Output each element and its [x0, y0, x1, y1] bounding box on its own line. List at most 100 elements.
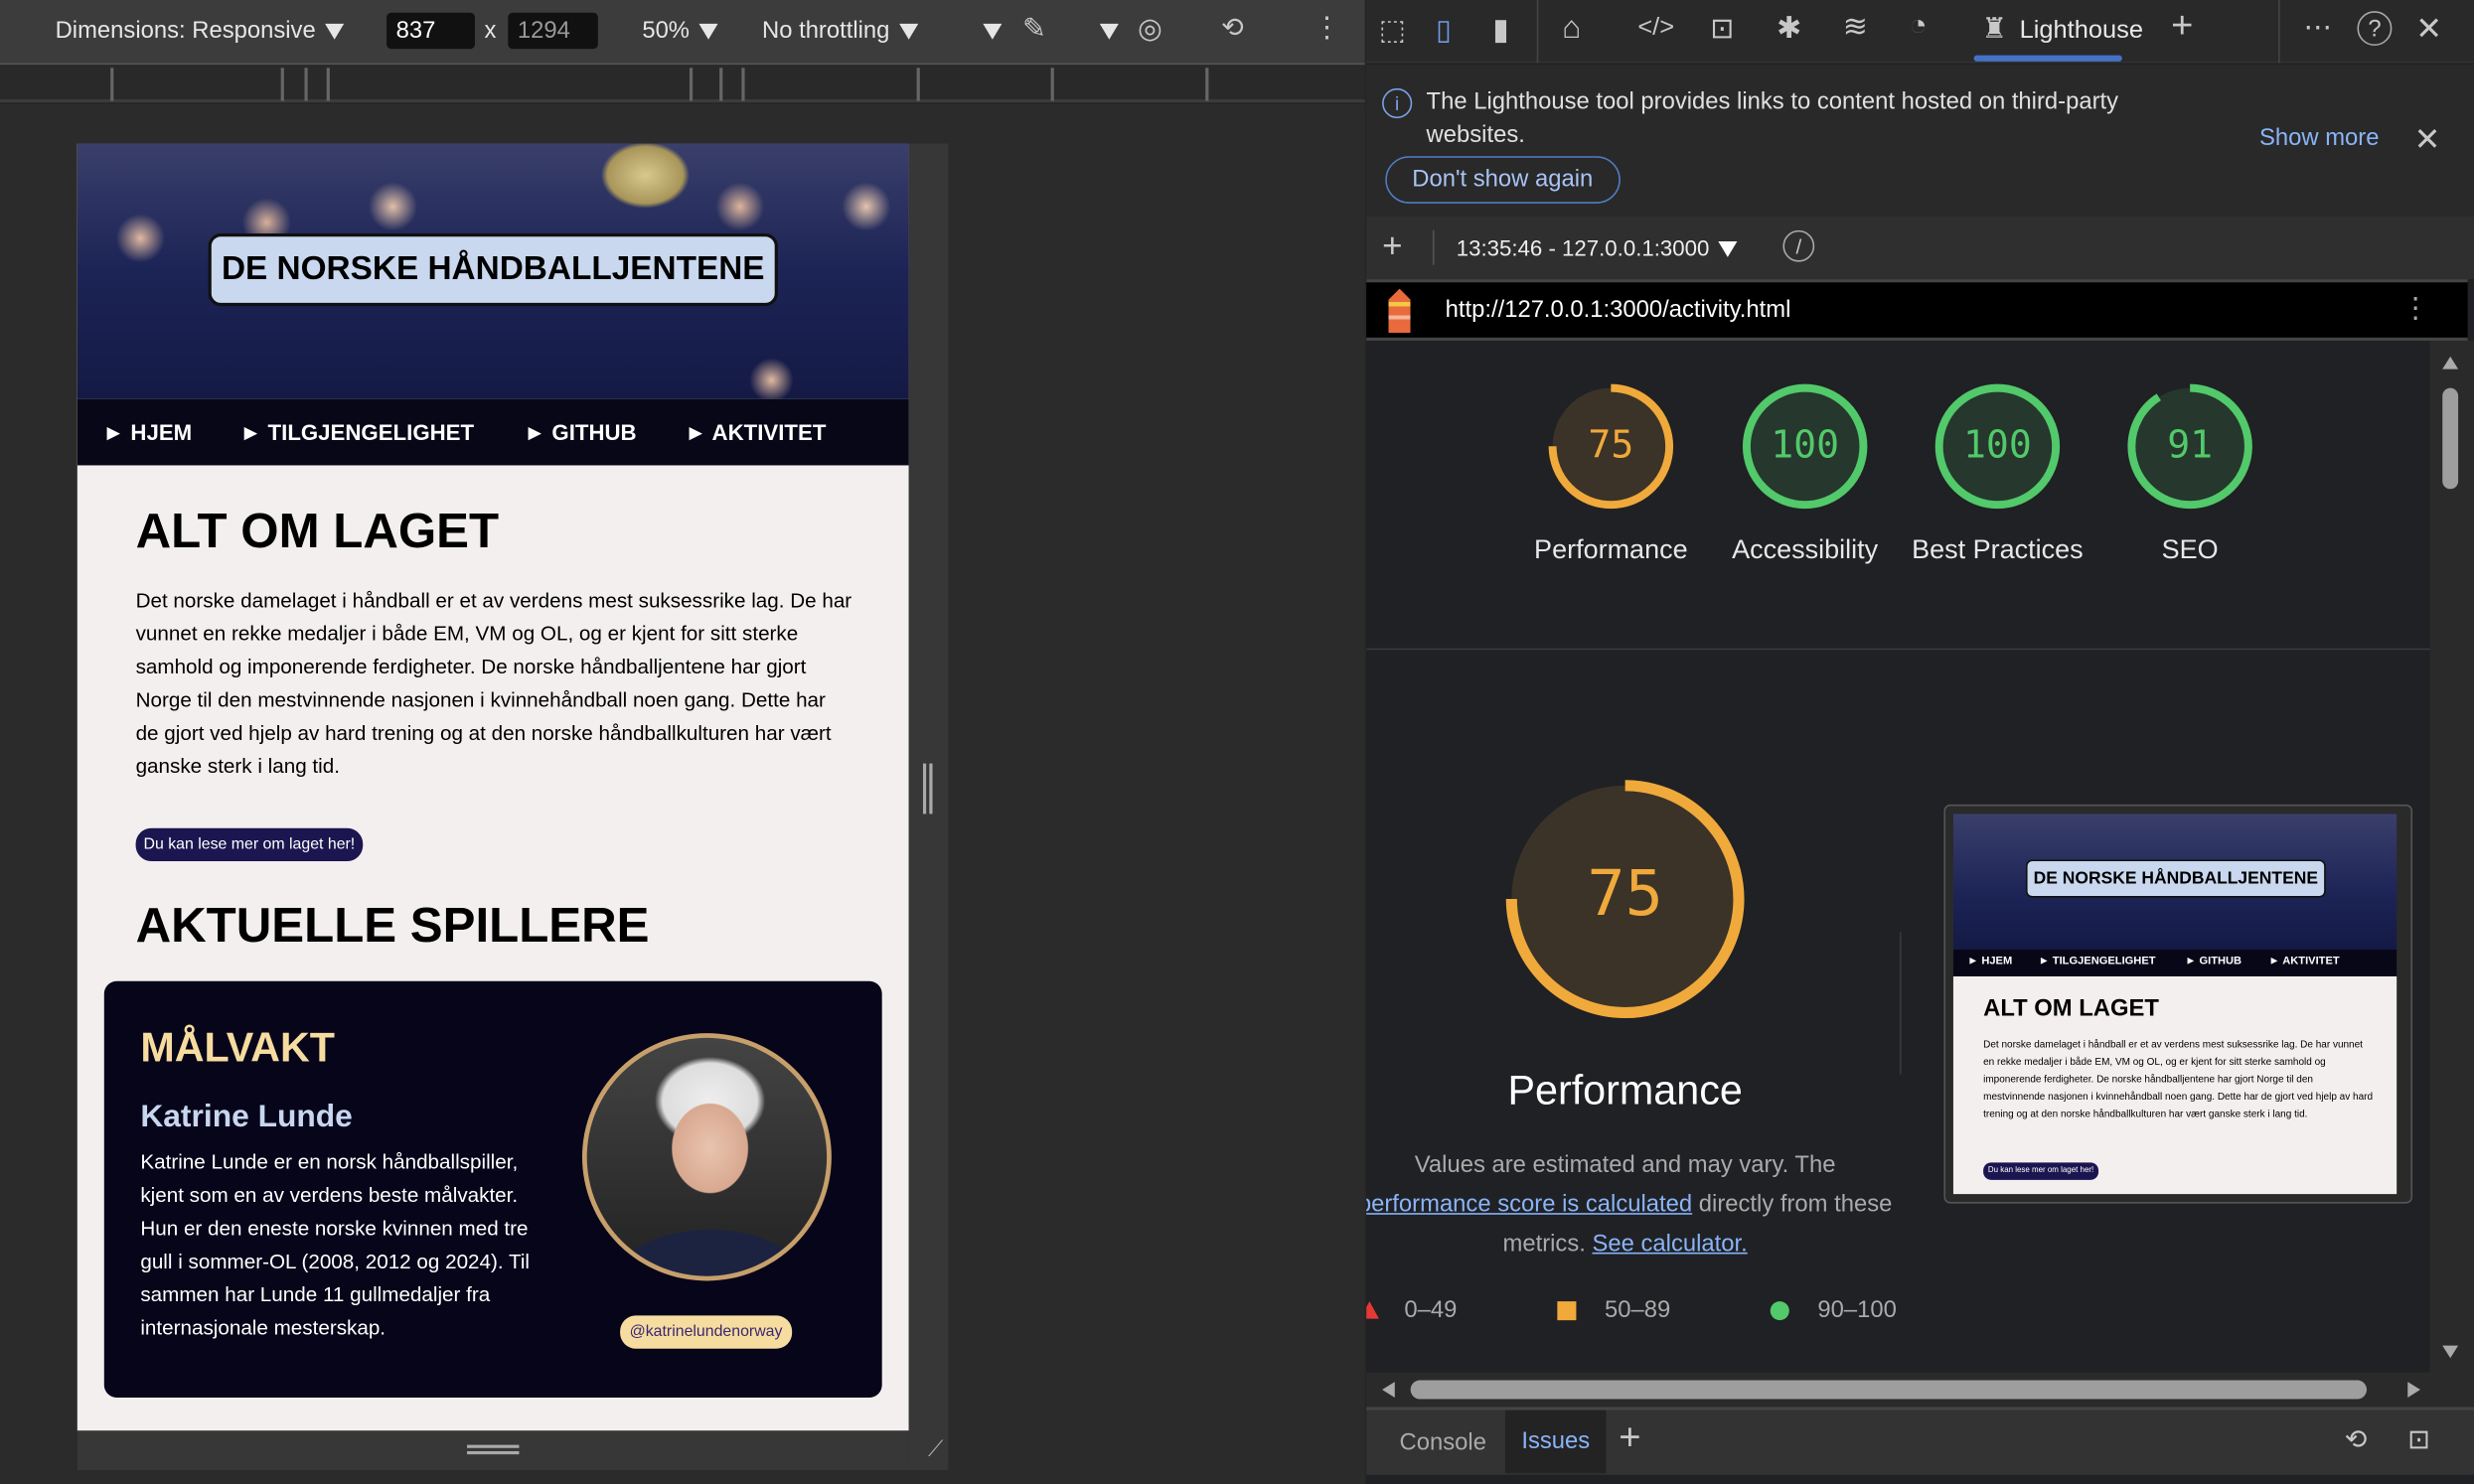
dock-drawer-icon[interactable]: ⟲ [2345, 1424, 2368, 1456]
throttling-select[interactable]: No throttling [762, 17, 919, 45]
eye-icon[interactable]: ◎ [1138, 13, 1162, 46]
intro-paragraph: Det norske damelaget i håndball er et av… [135, 588, 852, 778]
info-bar: i The Lighthouse tool provides links to … [1366, 65, 2474, 217]
report-url-bar: http://127.0.0.1:3000/activity.html ⋮ [1366, 279, 2468, 342]
scrollbar-thumb[interactable] [1410, 1380, 2367, 1400]
bug-icon[interactable]: ✱ [1777, 11, 1801, 48]
dock-icon[interactable]: ▮ [1492, 13, 1509, 50]
performance-icon[interactable]: ◔ [1909, 10, 1927, 45]
scroll-up-icon[interactable] [2442, 356, 2459, 370]
vertical-scrollbar[interactable] [2429, 341, 2474, 1373]
section-title-about: ALT OM LAGET [135, 503, 500, 559]
legend-fail: 0–49 [1404, 1296, 1458, 1324]
height-input[interactable]: 1294 [508, 12, 598, 50]
score-label[interactable]: Best Practices [1903, 530, 2092, 570]
score-value[interactable]: 100 [1934, 423, 2061, 467]
horizontal-scrollbar[interactable] [1366, 1372, 2474, 1408]
tab-console[interactable]: Console [1400, 1429, 1486, 1456]
elements-icon[interactable]: </> [1637, 14, 1674, 43]
new-report-icon[interactable]: + [1382, 225, 1402, 266]
nav-link-github[interactable]: ► GITHUB [524, 419, 636, 444]
legend-average: 50–89 [1604, 1296, 1671, 1324]
score-label[interactable]: Performance [1516, 530, 1706, 570]
thumb-button: Du kan lese mer om laget her! [1983, 1162, 2099, 1180]
more-vertical-icon[interactable]: ⋮ [1313, 11, 1341, 44]
rotate-icon[interactable]: ⟲ [1221, 13, 1244, 45]
add-drawer-tab-icon[interactable]: + [1619, 1416, 1640, 1460]
scrollbar-thumb[interactable] [2442, 387, 2459, 490]
eyedropper-icon[interactable]: ✎ [1022, 13, 1046, 46]
pass-circle-icon [1770, 1301, 1789, 1321]
score-value[interactable]: 75 [1548, 423, 1674, 467]
report-url[interactable]: http://127.0.0.1:3000/activity.html [1446, 297, 1791, 324]
close-info-icon[interactable]: ✕ [2414, 120, 2441, 160]
thumb-title: DE NORSKE HÅNDBALLJENTENE [2025, 859, 2326, 898]
console-icon[interactable]: ⊡ [1710, 13, 1734, 46]
player-card: MÅLVAKT Katrine Lunde Katrine Lunde er e… [103, 980, 882, 1398]
nav-link-hjem[interactable]: ► HJEM [102, 419, 192, 444]
average-square-icon [1557, 1301, 1577, 1321]
times-label: x [484, 17, 497, 45]
expand-drawer-icon[interactable]: ⊡ [2407, 1424, 2430, 1456]
tab-lighthouse[interactable]: ♜ Lighthouse [1966, 0, 2162, 64]
width-input[interactable]: 837 [387, 12, 475, 50]
performance-score-large: 75 [1587, 857, 1663, 931]
home-icon[interactable]: ⌂ [1562, 11, 1581, 48]
zoom-label: 50% [642, 17, 691, 45]
lighthouse-icon: ♜ [1981, 12, 2008, 45]
viewport-resize-handle-bottom[interactable]: ⟋ [77, 1430, 944, 1471]
desc-text: metrics. [1502, 1230, 1586, 1258]
devtools-panel: ⬚ ▯ ▮ ⌂ </> ⊡ ✱ ≋ ◔ ♜ Lighthouse + ⋯ ? ✕… [1366, 0, 2474, 1484]
thumb-nav: ► HJEM [1967, 956, 2013, 967]
scroll-left-icon[interactable] [1382, 1382, 1395, 1398]
chevron-down-icon [698, 23, 718, 40]
nav-link-tilgjengelighet[interactable]: ► TILGJENGELIGHET [239, 419, 474, 444]
lighthouse-toolbar: + 13:35:46 - 127.0.0.1:3000 / [1366, 216, 2474, 280]
tab-label: Lighthouse [2019, 17, 2143, 45]
site-nav: ► HJEM ► TILGJENGELIGHET ► GITHUB ► AKTI… [77, 398, 909, 466]
more-horizontal-icon[interactable]: ⋯ [2303, 11, 2332, 44]
chevron-down-icon [1718, 241, 1738, 258]
score-value[interactable]: 100 [1742, 423, 1868, 467]
perf-title: Performance [1507, 1066, 1743, 1114]
close-devtools-icon[interactable]: ✕ [2415, 10, 2442, 50]
dimensions-select[interactable]: Dimensions: Responsive [56, 17, 345, 44]
report-select[interactable]: 13:35:46 - 127.0.0.1:3000 [1457, 235, 1738, 260]
zoom-select[interactable]: 50% [642, 17, 718, 45]
page-screenshot-thumbnail[interactable]: DE NORSKE HÅNDBALLJENTENE ► HJEM ► TILGJ… [1943, 804, 2413, 1204]
resize-corner-icon[interactable]: ⟋ [928, 1435, 944, 1462]
tab-issues[interactable]: Issues [1504, 1410, 1607, 1474]
score-value[interactable]: 91 [2127, 423, 2253, 467]
chevron-down-icon [898, 23, 919, 40]
media-query-ruler[interactable] [0, 63, 1365, 103]
device-toggle-icon[interactable]: ▯ [1436, 14, 1452, 47]
score-label[interactable]: Accessibility [1710, 530, 1900, 570]
nav-link-aktivitet[interactable]: ► AKTIVITET [685, 419, 826, 444]
scroll-down-icon[interactable] [2442, 1345, 2459, 1359]
wifi-icon[interactable]: ≋ [1843, 10, 1868, 47]
viewport-resize-handle-right[interactable] [908, 143, 949, 1471]
player-instagram-link[interactable]: @katrinelundenorway [620, 1315, 792, 1349]
throttling-label: No throttling [762, 17, 890, 45]
show-more-link[interactable]: Show more [2259, 124, 2379, 151]
chevron-down-icon [1099, 23, 1119, 40]
score-calculated-link[interactable]: performance score is calculated [1366, 1191, 1692, 1218]
desc-text: Values are estimated and may vary. The [1414, 1151, 1836, 1179]
more-options-dropdown[interactable] [974, 17, 1003, 44]
legend-pass: 90–100 [1817, 1296, 1897, 1324]
add-tab-icon[interactable]: + [2171, 5, 2193, 49]
see-calculator-link[interactable]: See calculator. [1592, 1231, 1747, 1258]
clear-icon[interactable]: / [1782, 229, 1815, 262]
read-more-button[interactable]: Du kan lese mer om laget her! [135, 827, 364, 862]
report-select-label: 13:35:46 - 127.0.0.1:3000 [1456, 234, 1710, 261]
info-icon: i [1382, 87, 1413, 119]
help-icon[interactable]: ? [2357, 11, 2393, 47]
inspect-icon[interactable]: ⬚ [1379, 14, 1406, 47]
more-vertical-icon[interactable]: ⋮ [2401, 292, 2430, 325]
thumb-nav: ► GITHUB [2185, 956, 2242, 967]
vision-dropdown[interactable] [1090, 17, 1119, 44]
scroll-right-icon[interactable] [2407, 1382, 2420, 1398]
thumb-paragraph: Det norske damelaget i håndball er et av… [1983, 1039, 2374, 1120]
score-label[interactable]: SEO [2095, 530, 2285, 570]
dont-show-again-button[interactable]: Don't show again [1385, 156, 1621, 204]
